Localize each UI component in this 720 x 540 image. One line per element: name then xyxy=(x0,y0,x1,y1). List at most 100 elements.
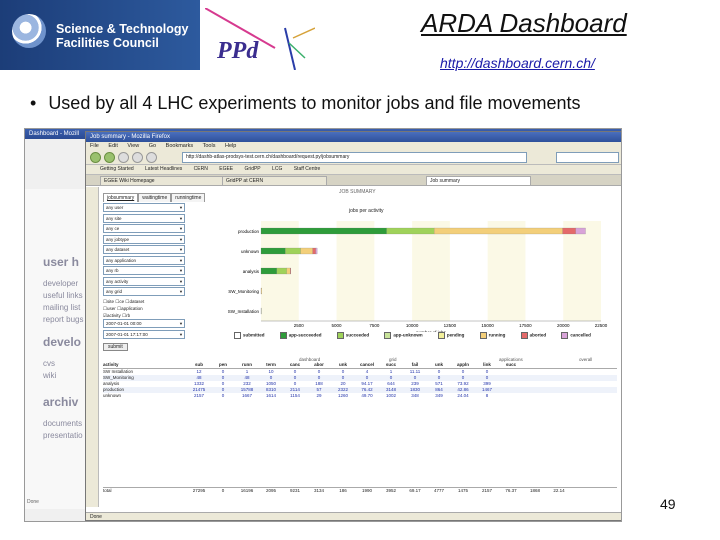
back-link-cvs[interactable]: cvs xyxy=(43,359,55,368)
bookmark-getting-started[interactable]: Getting Started xyxy=(100,166,134,172)
filter-dataset-select[interactable]: any dataset xyxy=(103,245,185,254)
subtab-jobsummary[interactable]: jobsummary xyxy=(103,193,139,202)
menu-edit[interactable]: Edit xyxy=(108,143,117,149)
date-from-input[interactable]: 2007-01-01 00:00 xyxy=(103,319,185,328)
bookmark-lcg[interactable]: LCG xyxy=(272,166,282,172)
menu-help[interactable]: Help xyxy=(225,143,236,149)
check-dataset[interactable]: ☐dataset xyxy=(125,299,144,304)
check-activity[interactable]: ☑activity xyxy=(103,313,121,318)
totals-cell: 76.37 xyxy=(505,488,517,493)
check-ce[interactable]: ☐ce xyxy=(115,299,124,304)
reload-button-icon[interactable] xyxy=(118,152,129,163)
column-header[interactable]: link xyxy=(475,362,499,368)
column-header[interactable]: pen xyxy=(211,362,235,368)
table-cell[interactable]: 8 xyxy=(475,393,499,399)
column-header[interactable]: activity xyxy=(103,362,187,368)
tab-egee-wiki[interactable]: EGEE Wiki Homepage xyxy=(100,176,223,186)
bookmarks-toolbar: Getting Started Latest Headlines CERN EG… xyxy=(86,165,621,175)
bookmark-egee[interactable]: EGEE xyxy=(219,166,233,172)
filter-rb-select[interactable]: any rb xyxy=(103,266,185,275)
column-header[interactable]: unk xyxy=(427,362,451,368)
table-cell[interactable]: 29 xyxy=(307,393,331,399)
menu-view[interactable]: View xyxy=(127,143,139,149)
org-name-line1: Science & Technology xyxy=(56,22,189,36)
subtab-runningtime[interactable]: runningtime xyxy=(171,193,206,202)
back-link-presentations[interactable]: presentatio xyxy=(43,431,83,440)
column-header[interactable]: term xyxy=(259,362,283,368)
column-header[interactable]: cancel xyxy=(355,362,379,368)
filter-application-select[interactable]: any application xyxy=(103,255,185,265)
x-tick-label: 15000 xyxy=(481,323,494,328)
back-link-useful[interactable]: useful links xyxy=(43,291,83,300)
date-to-input[interactable]: 2007-01-01 17:17:00 xyxy=(103,329,185,339)
tab-job-summary[interactable]: Job summary xyxy=(426,176,531,186)
bar-segment-succeeded xyxy=(276,267,287,275)
filter-grid-select[interactable]: any grid xyxy=(103,287,185,296)
search-box[interactable] xyxy=(556,152,619,163)
column-header[interactable]: appln xyxy=(451,362,475,368)
home-button-icon[interactable] xyxy=(146,152,157,163)
back-link-developer[interactable]: developer xyxy=(43,279,78,288)
back-link-bugs[interactable]: report bugs xyxy=(43,315,83,324)
column-header[interactable]: runn xyxy=(235,362,259,368)
bookmark-staff-centre[interactable]: Staff Centre xyxy=(294,166,321,172)
table-cell[interactable]: 49.70 xyxy=(355,393,379,399)
forward-button-icon[interactable] xyxy=(104,152,115,163)
column-header[interactable]: fail xyxy=(403,362,427,368)
column-header[interactable]: succ xyxy=(379,362,403,368)
submit-button[interactable]: submit xyxy=(103,343,128,351)
table-cell[interactable]: 1154 xyxy=(283,393,307,399)
x-tick-label: 10000 xyxy=(406,323,419,328)
tab-gridpp-cern[interactable]: GridPP at CERN xyxy=(222,176,327,186)
back-link-mailing[interactable]: mailing list xyxy=(43,303,80,312)
filter-user-select[interactable]: any user xyxy=(103,203,185,212)
table-cell[interactable]: 2157 xyxy=(187,393,211,399)
bookmark-latest-headlines[interactable]: Latest Headlines xyxy=(145,166,182,172)
table-cell[interactable]: 1614 xyxy=(259,393,283,399)
dashboard-link[interactable]: http://dashboard.cern.ch/ xyxy=(440,55,595,71)
subtab-waitingtime[interactable]: waitingtime xyxy=(138,193,172,202)
check-user[interactable]: ☐user xyxy=(103,306,116,311)
table-cell[interactable]: 0 xyxy=(211,393,235,399)
column-header[interactable]: succ xyxy=(499,362,523,368)
stop-button-icon[interactable] xyxy=(132,152,143,163)
filter-jobtype-select[interactable]: any jobtype xyxy=(103,234,185,244)
totals-cell: 9231 xyxy=(289,488,300,493)
filter-site-select[interactable]: any site xyxy=(103,213,185,223)
check-site[interactable]: ☐site xyxy=(103,299,114,304)
totals-cell: 1868 xyxy=(529,488,540,493)
menu-file[interactable]: File xyxy=(90,143,99,149)
table-cell[interactable]: 24.04 xyxy=(451,393,475,399)
menu-bookmarks[interactable]: Bookmarks xyxy=(166,143,194,149)
filter-ce-select[interactable]: any ce xyxy=(103,224,185,233)
x-tick-label: 7500 xyxy=(369,323,380,328)
column-header[interactable]: sub xyxy=(187,362,211,368)
column-header[interactable]: abor xyxy=(307,362,331,368)
bookmark-cern[interactable]: CERN xyxy=(194,166,208,172)
status-bar: Done xyxy=(86,512,621,520)
menu-bar: File Edit View Go Bookmarks Tools Help xyxy=(86,142,621,150)
column-header[interactable]: canc xyxy=(283,362,307,368)
totals-cell: 16196 xyxy=(240,488,254,493)
menu-tools[interactable]: Tools xyxy=(203,143,216,149)
slide-header: Science & Technology Facilities Council … xyxy=(0,0,720,88)
filter-activity-select[interactable]: any activity xyxy=(103,276,185,286)
menu-go[interactable]: Go xyxy=(149,143,156,149)
column-header[interactable]: unk xyxy=(331,362,355,368)
back-link-wiki[interactable]: wiki xyxy=(43,371,56,380)
bookmark-gridpp[interactable]: GridPP xyxy=(245,166,261,172)
check-application[interactable]: ☐application xyxy=(117,306,143,311)
totals-cell: 1475 xyxy=(457,488,468,493)
sidebar-strip xyxy=(86,187,99,507)
table-cell[interactable]: 1002 xyxy=(379,393,403,399)
check-activity-label: activity xyxy=(107,313,121,318)
table-cell[interactable]: 349 xyxy=(427,393,451,399)
table-cell[interactable]: 1667 xyxy=(235,393,259,399)
legend-item-running: running xyxy=(479,332,505,339)
back-link-documents[interactable]: documents xyxy=(43,419,82,428)
check-rb[interactable]: ☐rb xyxy=(122,313,130,318)
table-cell[interactable]: 1260 xyxy=(331,393,355,399)
address-bar[interactable]: http://dashb-atlas-prodsys-test.cern.ch/… xyxy=(182,152,527,163)
table-cell[interactable]: 348 xyxy=(403,393,427,399)
back-button-icon[interactable] xyxy=(90,152,101,163)
